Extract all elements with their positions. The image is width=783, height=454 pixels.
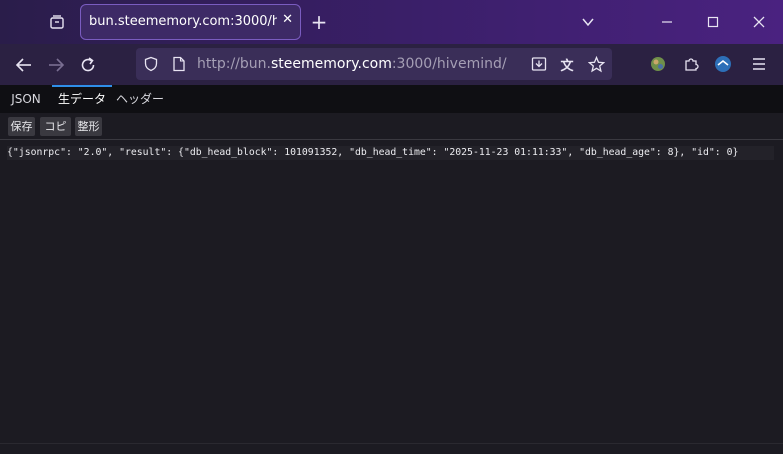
pretty-print-button[interactable]: 整形 (75, 117, 102, 136)
url-text[interactable]: http://bun.steememory.com:3000/hivemind/ (197, 56, 507, 72)
minimize-icon[interactable] (657, 12, 677, 32)
bottom-edge (0, 443, 783, 454)
hamburger-menu-icon[interactable] (749, 54, 769, 74)
close-tab-icon[interactable]: ✕ (282, 12, 293, 27)
tab-json[interactable]: JSON (4, 85, 48, 113)
shield-icon[interactable] (142, 55, 160, 73)
title-bar: bun.steememory.com:3000/hivemind/ ✕ + (0, 0, 783, 44)
tab-overview-icon[interactable] (47, 12, 67, 32)
account-avatar-icon[interactable] (649, 55, 667, 73)
tab-title: bun.steememory.com:3000/hivemind/ (89, 14, 277, 29)
new-tab-button[interactable]: + (309, 10, 329, 34)
tab-headers[interactable]: ヘッダー (114, 85, 166, 113)
browser-tab-active[interactable]: bun.steememory.com:3000/hivemind/ ✕ (80, 4, 301, 40)
raw-content-area: {"jsonrpc": "2.0", "result": {"db_head_b… (0, 140, 783, 443)
maximize-icon[interactable] (703, 12, 723, 32)
translate-icon[interactable]: 文 (558, 55, 576, 74)
extensions-puzzle-icon[interactable] (681, 54, 701, 74)
url-suffix: :3000/hivemind/ (391, 56, 507, 72)
address-bar[interactable]: http://bun.steememory.com:3000/hivemind/… (136, 48, 612, 80)
navigation-bar: http://bun.steememory.com:3000/hivemind/… (0, 44, 783, 85)
chevron-down-icon[interactable] (578, 12, 598, 32)
url-prefix: http://bun. (197, 56, 271, 72)
save-button[interactable]: 保存 (8, 117, 35, 136)
download-page-icon[interactable] (530, 55, 548, 73)
reload-icon[interactable] (77, 54, 99, 76)
json-viewer-tabs: JSON 生データ ヘッダー (0, 85, 783, 113)
url-host: steememory.com (270, 56, 392, 72)
raw-toolbar: 保存 コピー 整形 (0, 113, 783, 152)
back-arrow-icon[interactable] (13, 54, 35, 76)
bookmark-star-icon[interactable] (586, 54, 606, 74)
raw-json-text[interactable]: {"jsonrpc": "2.0", "result": {"db_head_b… (7, 146, 774, 160)
page-icon[interactable] (170, 55, 188, 73)
close-window-icon[interactable] (749, 12, 769, 32)
tab-raw-data[interactable]: 生データ (52, 85, 112, 113)
forward-arrow-icon[interactable] (45, 54, 67, 76)
copy-button[interactable]: コピー (40, 117, 71, 152)
extension-sync-icon[interactable] (713, 54, 733, 74)
